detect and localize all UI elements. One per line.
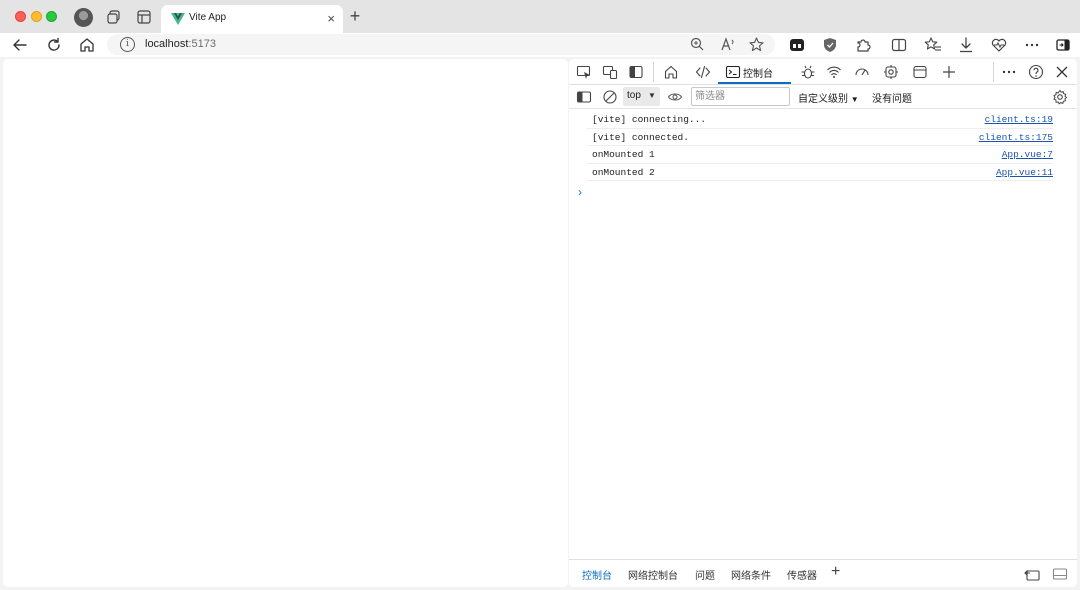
console-message-text: onMounted 1: [592, 149, 655, 160]
network-wifi-icon[interactable]: [826, 64, 842, 80]
profile-avatar[interactable]: [74, 8, 93, 27]
settings-gear-icon[interactable]: [883, 64, 899, 80]
console-sidebar-icon[interactable]: [576, 89, 592, 105]
address-bar[interactable]: i localhost:5173: [107, 34, 775, 55]
tab-vite-app[interactable]: Vite App ×: [161, 5, 343, 33]
url-port: :5173: [188, 38, 216, 50]
js-context-select[interactable]: top ▼: [623, 87, 660, 106]
welcome-home-icon[interactable]: [663, 64, 679, 80]
reload-icon[interactable]: [45, 36, 63, 54]
back-arrow-icon[interactable]: [11, 36, 29, 54]
js-context-value: top: [627, 90, 641, 101]
collapse-drawer-icon[interactable]: [1052, 567, 1068, 581]
minimize-window-button[interactable]: [31, 11, 42, 22]
sources-bug-icon[interactable]: [800, 64, 816, 80]
log-levels-label: 自定义级别: [798, 94, 848, 105]
clear-console-icon[interactable]: [602, 89, 618, 105]
devtools-tab-bar: 控制台: [569, 59, 1077, 85]
tab-strip: Vite App × +: [0, 0, 1080, 33]
log-levels-dropdown[interactable]: 自定义级别 ▼: [798, 90, 859, 105]
maximize-window-button[interactable]: [46, 11, 57, 22]
browser-window: Vite App × + i localhost:5173 控制台 top ▼ …: [0, 0, 1080, 590]
read-aloud-icon[interactable]: [720, 36, 737, 53]
extension-dark-icon[interactable]: [788, 36, 806, 54]
tab-close-button[interactable]: ×: [327, 12, 335, 25]
tab-console-label: 控制台: [743, 69, 773, 80]
console-message: [vite] connecting... client.ts:19: [586, 111, 1053, 129]
devtools-more-icon[interactable]: [1001, 64, 1017, 80]
dock-side-icon[interactable]: [628, 64, 644, 80]
url-host: localhost: [145, 38, 189, 50]
inspect-element-icon[interactable]: [576, 64, 592, 80]
close-devtools-icon[interactable]: [1054, 64, 1070, 80]
drawer-tab-network-conditions[interactable]: 网络条件: [731, 567, 771, 582]
console-message-source-link[interactable]: client.ts:19: [985, 114, 1053, 125]
console-message-source-link[interactable]: App.vue:7: [1002, 149, 1053, 160]
drawer-tab-issues[interactable]: 问题: [695, 567, 715, 582]
url-text[interactable]: localhost:5173: [145, 38, 216, 50]
toolbar-divider: [993, 62, 994, 82]
performance-gauge-icon[interactable]: [854, 64, 870, 80]
performance-heart-icon[interactable]: [990, 36, 1008, 54]
drawer-tab-network-console[interactable]: 网络控制台: [628, 567, 678, 582]
console-message-source-link[interactable]: client.ts:175: [979, 132, 1053, 143]
issues-counter[interactable]: 没有问题: [872, 90, 912, 105]
drawer-add-tab-button[interactable]: +: [831, 564, 840, 580]
dock-drawer-icon[interactable]: [1024, 567, 1040, 581]
close-window-button[interactable]: [15, 11, 26, 22]
browser-toolbar: i localhost:5173: [0, 33, 1080, 57]
chevron-down-icon: ▼: [850, 95, 859, 104]
console-message-source-link[interactable]: App.vue:11: [996, 167, 1053, 178]
page-viewport[interactable]: [3, 59, 568, 587]
drawer-tab-console[interactable]: 控制台: [582, 567, 612, 582]
site-info-icon[interactable]: i: [120, 37, 135, 52]
active-tab-indicator: [718, 82, 791, 84]
console-prompt[interactable]: ›: [578, 185, 582, 199]
more-tools-plus-icon[interactable]: [941, 64, 957, 80]
more-options-icon[interactable]: [1023, 36, 1041, 54]
split-screen-icon[interactable]: [890, 36, 908, 54]
chevron-down-icon: ▼: [648, 91, 656, 100]
workspaces-icon[interactable]: [105, 8, 123, 26]
live-expression-eye-icon[interactable]: [667, 89, 683, 105]
help-icon[interactable]: [1028, 64, 1044, 80]
zoom-icon[interactable]: [689, 36, 706, 53]
sidebar-toggle-icon[interactable]: [1054, 36, 1072, 54]
console-settings-gear-icon[interactable]: [1052, 89, 1068, 105]
shield-icon[interactable]: [821, 36, 839, 54]
console-message-text: onMounted 2: [592, 166, 655, 178]
console-message: onMounted 2 App.vue:11: [586, 164, 1053, 181]
console-message-text: [vite] connected.: [592, 131, 689, 143]
application-panel-icon[interactable]: [912, 64, 928, 80]
extensions-puzzle-icon[interactable]: [854, 36, 872, 54]
favorite-star-icon[interactable]: [748, 36, 765, 53]
tab-actions-icon[interactable]: [135, 8, 153, 26]
console-filter-bar: top ▼ 自定义级别 ▼ 没有问题: [569, 85, 1077, 109]
console-filter-input[interactable]: [691, 87, 790, 106]
tab-console[interactable]: 控制台: [718, 59, 791, 85]
device-emulation-icon[interactable]: [602, 64, 618, 80]
console-output: [vite] connecting... client.ts:19 [vite]…: [569, 111, 1077, 181]
home-icon[interactable]: [78, 36, 96, 54]
drawer-tab-sensors[interactable]: 传感器: [787, 567, 817, 582]
console-message-text: [vite] connecting...: [592, 114, 707, 125]
new-tab-button[interactable]: +: [346, 7, 364, 26]
console-icon: [725, 65, 741, 79]
favorites-icon[interactable]: [924, 36, 942, 54]
tab-title: Vite App: [189, 12, 227, 23]
console-message: [vite] connected. client.ts:175: [586, 129, 1053, 146]
toolbar-divider: [653, 62, 654, 82]
elements-code-icon[interactable]: [695, 64, 711, 80]
downloads-icon[interactable]: [957, 36, 975, 54]
vue-logo-icon: [171, 13, 185, 25]
devtools-panel: 控制台 top ▼ 筛选器 自定义级别 ▼ 没有问题 [vite] connec…: [569, 59, 1077, 587]
console-message: onMounted 1 App.vue:7: [586, 146, 1053, 164]
devtools-drawer-bar: 控制台 网络控制台 问题 网络条件 传感器 +: [569, 559, 1077, 587]
